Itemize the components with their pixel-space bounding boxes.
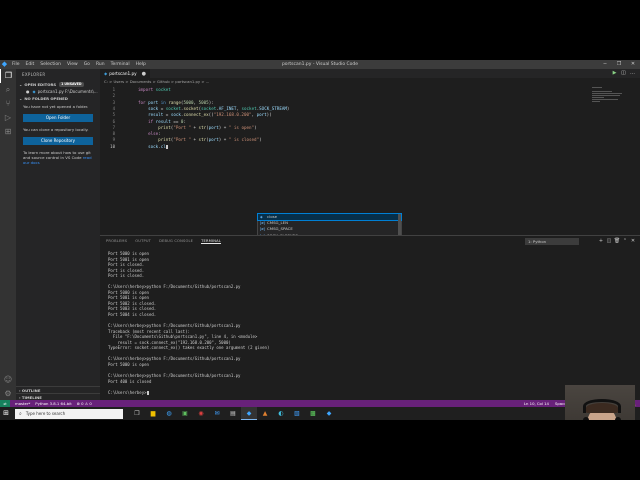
mail-icon[interactable]: ✉ [209,407,225,420]
file-explorer-icon[interactable]: ▆ [145,407,161,420]
taskbar-search[interactable]: ⌕ Type here to search [15,408,123,419]
menu-help[interactable]: Help [136,62,146,67]
learn-more-text: To learn more about how to use git and s… [16,148,100,167]
tab-terminal[interactable]: TERMINAL [201,239,222,244]
no-folder-text: You have not yet opened a folder. [23,104,89,109]
tab-portscan1[interactable]: ◆ portscan1.py ● [100,69,150,78]
text-cursor [165,144,168,149]
trash-icon[interactable]: 🗑 [613,238,621,245]
taskbar-apps: ❐ ▆ ◍ ▣ ◉ ✉ ▤ ◆ ▲ ◐ ▧ ▩ ◆ [129,407,337,420]
menu-file[interactable]: File [12,62,20,67]
search-icon[interactable]: ⌕ [0,83,16,97]
clone-repository-button[interactable]: Clone Repository [23,137,93,145]
restore-icon[interactable]: ❐ [612,60,626,69]
tab-output[interactable]: OUTPUT [135,239,151,243]
app-icon[interactable]: ▩ [305,407,321,420]
terminal-select[interactable]: 1: Python [525,238,579,245]
branch-indicator[interactable]: master* [15,401,30,406]
explorer-icon[interactable]: ❐ [0,69,16,83]
store-icon[interactable]: ▣ [177,407,193,420]
terminal-line: C:\Users\herbey> [108,389,149,395]
more-actions-icon[interactable]: … [628,70,637,77]
search-icon: ⌕ [19,410,22,417]
cursor-position[interactable]: Ln 10, Col 14 [524,401,549,406]
vscode-taskbar-icon[interactable]: ◆ [241,407,257,420]
terminal-icon[interactable]: ▤ [225,407,241,420]
screen: ◆ File Edit Selection View Go Run Termin… [0,60,640,420]
extensions-icon[interactable]: ⊞ [0,125,16,139]
open-editors-label: OPEN EDITORS [24,82,57,87]
python-file-icon: ◆ [32,89,36,94]
edge-icon[interactable]: ◍ [161,407,177,420]
tab-problems[interactable]: PROBLEMS [106,239,127,243]
tab-label: portscan1.py [109,71,137,76]
chrome-icon[interactable]: ◉ [193,407,209,420]
explorer-sidebar: EXPLORER ⌄ OPEN EDITORS 1 UNSAVED ● ◆ po… [16,69,100,403]
terminal-output[interactable]: Port 5000 is open Port 5001 is open Port i… [108,251,628,395]
line-number: 10 [110,143,115,149]
no-folder-header[interactable]: ⌄ NO FOLDER OPENED [16,95,100,102]
no-folder-label: NO FOLDER OPENED [24,96,68,101]
chevron-down-icon: ⌄ [19,82,23,87]
split-terminal-icon[interactable]: ◫ [605,238,613,245]
menu-bar: File Edit Selection View Go Run Terminal… [12,62,152,67]
chevron-down-icon: ⌄ [19,96,23,101]
split-editor-icon[interactable]: ◫ [619,70,628,77]
open-folder-button[interactable]: Open Folder [23,114,93,122]
app-icon[interactable]: ◐ [273,407,289,420]
outline-header[interactable]: › OUTLINE [16,386,100,393]
account-icon[interactable]: ☺ [0,373,16,387]
webcam-overlay [565,385,635,420]
app-icon[interactable]: ▧ [289,407,305,420]
maximize-panel-icon[interactable]: ⌃ [621,238,629,245]
status-bar: ⇌ master* Python 3.8.1 64-bit ⊗ 0 ⚠ 0 Ln… [0,400,640,407]
terminal-cursor [146,390,149,395]
activity-bar: ❐ ⌕ ⑂ ▷ ⊞ ☺ ⚙ [0,69,16,403]
open-editors-header[interactable]: ⌄ OPEN EDITORS 1 UNSAVED [16,81,100,88]
task-view-icon[interactable]: ❐ [129,407,145,420]
unsaved-badge: 1 UNSAVED [59,82,84,87]
problems-count[interactable]: ⊗ 0 ⚠ 0 [77,401,92,406]
source-control-icon[interactable]: ⑂ [0,97,16,111]
python-file-icon: ◆ [104,71,108,76]
menu-run[interactable]: Run [96,62,105,67]
app-icon[interactable]: ◆ [321,407,337,420]
menu-edit[interactable]: Edit [26,62,35,67]
windows-start-icon[interactable]: ⊞ [0,407,12,420]
close-icon[interactable]: ✕ [626,60,640,69]
editor-tabs: ◆ portscan1.py ● ▶ ◫ … [100,69,640,78]
title-bar: ◆ File Edit Selection View Go Run Termin… [0,60,640,69]
taskbar: ⊞ ⌕ Type here to search ❐ ▆ ◍ ▣ ◉ ✉ ▤ ◆ … [0,407,640,420]
app-icon[interactable]: ▲ [257,407,273,420]
editor-actions: ▶ ◫ … [610,70,637,77]
sidebar-title: EXPLORER [22,72,46,77]
tab-debug-console[interactable]: DEBUG CONSOLE [159,239,193,243]
run-debug-icon[interactable]: ▷ [0,111,16,125]
open-editor-label: portscan1.py F:\Documents\... [37,89,98,94]
new-terminal-icon[interactable]: + [597,238,605,245]
minimap[interactable] [592,87,624,105]
clone-text: You can clone a repository locally. [23,127,89,132]
minimize-icon[interactable]: ─ [598,60,612,69]
unsaved-dot-icon[interactable]: ● [142,71,146,77]
bottom-panel: PROBLEMS OUTPUT DEBUG CONSOLE TERMINAL 1… [100,235,640,403]
menu-selection[interactable]: Selection [40,62,61,67]
timeline-header[interactable]: › TIMELINE [16,393,100,400]
window-controls: ─ ❐ ✕ [598,60,640,69]
menu-go[interactable]: Go [84,62,90,67]
search-placeholder: Type here to search [25,410,66,416]
menu-view[interactable]: View [67,62,78,67]
panel-actions: + ◫ 🗑 ⌃ ✕ [597,238,637,245]
close-panel-icon[interactable]: ✕ [629,238,637,245]
close-editor-icon[interactable]: ● [26,88,30,95]
gear-icon[interactable]: ⚙ [0,387,16,401]
open-editor-item[interactable]: ● ◆ portscan1.py F:\Documents\... [16,88,100,95]
code-line: 10 sock.cl [100,144,620,150]
learn-more-text-body: To learn more about how to use git and s… [23,150,91,160]
python-interpreter[interactable]: Python 3.8.1 64-bit [35,401,71,406]
run-python-icon[interactable]: ▶ [610,70,619,77]
menu-terminal[interactable]: Terminal [111,62,130,67]
vscode-logo-icon: ◆ [1,60,8,68]
remote-icon[interactable]: ⇌ [0,400,10,407]
